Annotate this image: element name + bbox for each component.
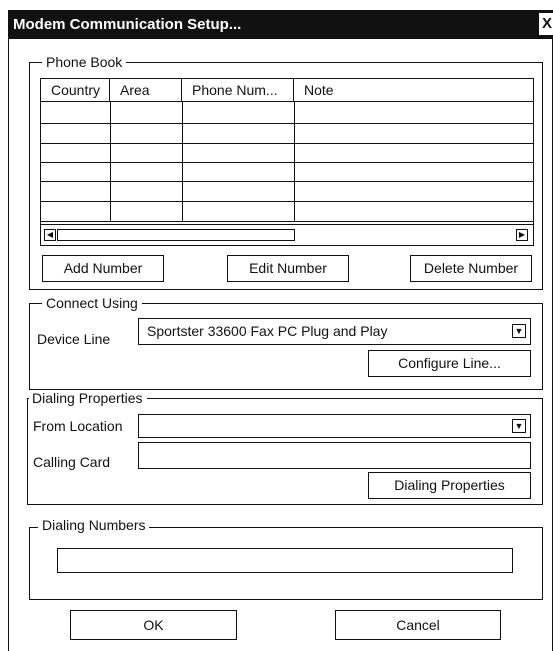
table-row[interactable] (41, 101, 533, 102)
device-line-value: Sportster 33600 Fax PC Plug and Play (147, 323, 388, 339)
cancel-button[interactable]: Cancel (335, 610, 501, 640)
device-line-dropdown[interactable]: Sportster 33600 Fax PC Plug and Play ▼ (138, 318, 531, 345)
from-location-label: From Location (33, 418, 123, 434)
calling-card-field[interactable] (138, 442, 531, 469)
table-row[interactable] (41, 162, 533, 163)
dialog-title: Modem Communication Setup... (13, 16, 242, 33)
table-row-divider (41, 221, 533, 222)
configure-line-button[interactable]: Configure Line... (368, 350, 531, 377)
chevron-down-icon[interactable]: ▼ (512, 419, 526, 433)
dialing-numbers-field[interactable] (57, 548, 513, 573)
table-row[interactable] (41, 143, 533, 144)
table-bottom-divider (41, 224, 533, 225)
table-row[interactable] (41, 123, 533, 124)
delete-number-button[interactable]: Delete Number (410, 255, 532, 282)
table-row[interactable] (41, 181, 533, 182)
column-divider (294, 101, 295, 221)
column-header-note[interactable]: Note (294, 79, 533, 101)
column-header-phone-number[interactable]: Phone Num... (182, 79, 294, 101)
phone-book-table[interactable]: Country Area Phone Num... Note ◀ ▶ (40, 78, 534, 246)
scroll-left-icon[interactable]: ◀ (44, 229, 56, 241)
dialing-properties-button[interactable]: Dialing Properties (368, 472, 531, 499)
column-divider (182, 101, 183, 221)
calling-card-label: Calling Card (33, 454, 111, 470)
dialing-numbers-legend: Dialing Numbers (38, 517, 150, 533)
close-icon[interactable]: X (539, 13, 553, 35)
connect-using-legend: Connect Using (42, 295, 142, 311)
column-header-area[interactable]: Area (110, 79, 182, 101)
dialing-properties-legend: Dialing Properties (29, 390, 147, 406)
edit-number-button[interactable]: Edit Number (227, 255, 349, 282)
chevron-down-icon[interactable]: ▼ (512, 324, 526, 338)
column-header-country[interactable]: Country (41, 79, 110, 101)
column-divider (110, 101, 111, 221)
from-location-dropdown[interactable]: ▼ (138, 414, 531, 438)
table-row[interactable] (41, 201, 533, 202)
phone-book-legend: Phone Book (42, 54, 127, 70)
device-line-label: Device Line (37, 331, 111, 347)
horizontal-scrollbar-thumb[interactable] (57, 229, 295, 241)
scroll-right-icon[interactable]: ▶ (516, 229, 528, 241)
add-number-button[interactable]: Add Number (42, 255, 164, 282)
ok-button[interactable]: OK (70, 610, 237, 640)
title-bar: Modem Communication Setup... X (9, 11, 553, 39)
